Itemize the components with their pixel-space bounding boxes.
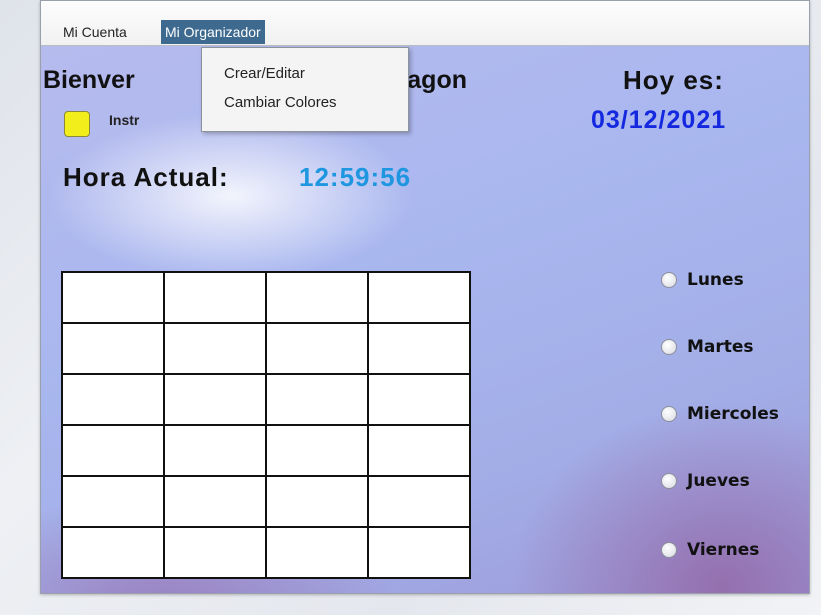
schedule-cell[interactable]	[165, 324, 265, 373]
schedule-cell[interactable]	[369, 375, 469, 424]
welcome-text-start: Bienver	[43, 66, 135, 94]
schedule-cell[interactable]	[369, 426, 469, 475]
schedule-cell[interactable]	[165, 426, 265, 475]
main-panel: Bienver ndragon Instr Hoy es: 03/12/2021…	[41, 46, 809, 593]
day-label: Jueves	[687, 471, 750, 491]
schedule-cell[interactable]	[63, 273, 163, 322]
menu-mi-organizador[interactable]: Mi Organizador	[161, 20, 265, 44]
schedule-cell[interactable]	[267, 324, 367, 373]
schedule-grid	[61, 271, 471, 579]
day-label: Viernes	[687, 540, 760, 560]
day-option-jueves[interactable]: Jueves	[661, 469, 750, 493]
instructions-color-swatch[interactable]	[64, 111, 90, 137]
day-label: Martes	[687, 337, 754, 357]
day-option-viernes[interactable]: Viernes	[661, 538, 759, 562]
day-option-martes[interactable]: Martes	[661, 335, 754, 359]
menu-bar: Mi Cuenta Mi Organizador	[41, 1, 809, 46]
schedule-cell[interactable]	[267, 375, 367, 424]
menu-mi-cuenta[interactable]: Mi Cuenta	[59, 20, 131, 44]
schedule-cell[interactable]	[165, 273, 265, 322]
mi-organizador-dropdown-menu: Crear/Editar Cambiar Colores	[201, 47, 409, 132]
instructions-label: Instr	[109, 112, 140, 128]
menu-item-cambiar-colores[interactable]: Cambiar Colores	[224, 94, 337, 111]
schedule-cell[interactable]	[165, 375, 265, 424]
radio-button-icon[interactable]	[661, 272, 677, 288]
radio-button-icon[interactable]	[661, 542, 677, 558]
radio-button-icon[interactable]	[661, 406, 677, 422]
schedule-cell[interactable]	[369, 477, 469, 526]
schedule-cell[interactable]	[369, 324, 469, 373]
schedule-cell[interactable]	[369, 528, 469, 577]
day-option-lunes[interactable]: Lunes	[661, 268, 744, 292]
schedule-cell[interactable]	[63, 528, 163, 577]
day-label: Lunes	[687, 270, 744, 290]
schedule-cell[interactable]	[267, 273, 367, 322]
current-time-label: Hora Actual:	[63, 162, 229, 192]
day-option-miercoles[interactable]: Miercoles	[661, 402, 779, 426]
day-label: Miercoles	[687, 404, 779, 424]
schedule-cell[interactable]	[267, 477, 367, 526]
today-label: Hoy es:	[623, 65, 724, 95]
schedule-cell[interactable]	[63, 426, 163, 475]
schedule-cell[interactable]	[165, 477, 265, 526]
current-date: 03/12/2021	[591, 106, 727, 134]
schedule-cell[interactable]	[63, 324, 163, 373]
schedule-cell[interactable]	[369, 273, 469, 322]
schedule-cell[interactable]	[267, 528, 367, 577]
schedule-cell[interactable]	[63, 477, 163, 526]
schedule-cell[interactable]	[165, 528, 265, 577]
radio-button-icon[interactable]	[661, 339, 677, 355]
current-time-value: 12:59:56	[299, 162, 412, 192]
menu-item-crear-editar[interactable]: Crear/Editar	[224, 65, 305, 82]
radio-button-icon[interactable]	[661, 473, 677, 489]
organizer-window: Mi Cuenta Mi Organizador Bienver ndragon…	[40, 0, 810, 594]
schedule-cell[interactable]	[267, 426, 367, 475]
schedule-cell[interactable]	[63, 375, 163, 424]
